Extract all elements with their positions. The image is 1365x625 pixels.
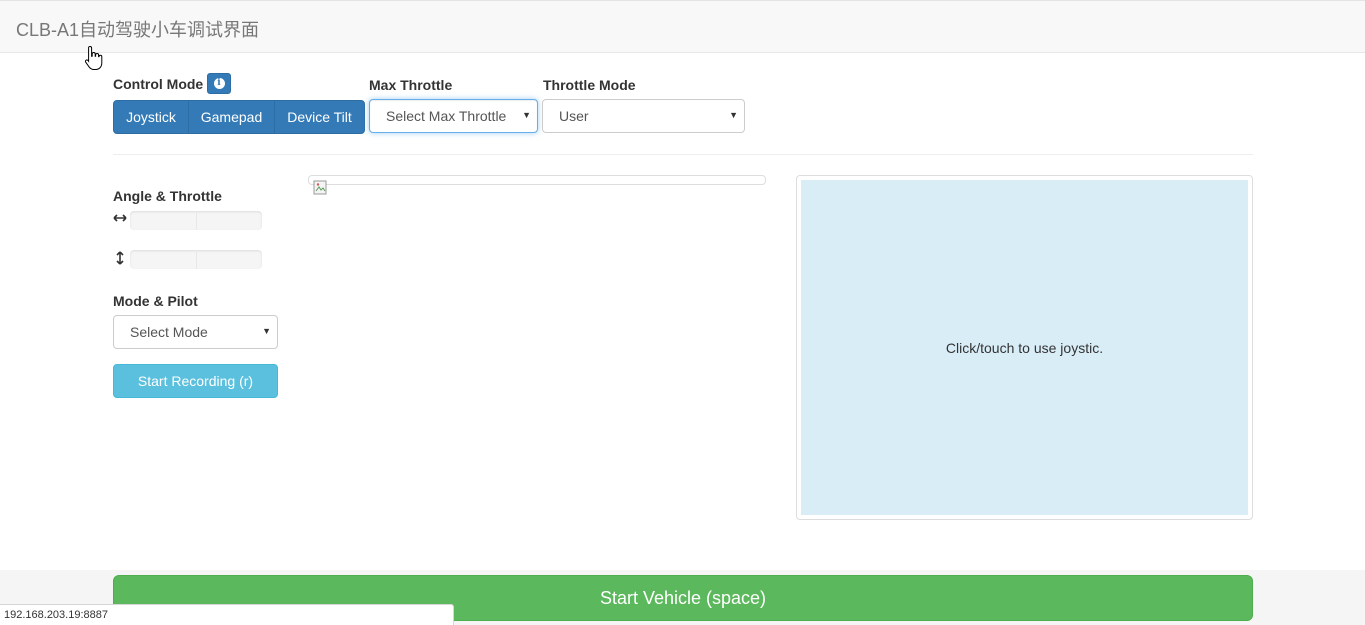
dropdown-caret-icon: ▼ xyxy=(729,110,738,120)
angle-progress-bar xyxy=(130,211,262,230)
broken-image-icon xyxy=(313,180,327,195)
navbar: CLB-A1自动驾驶小车调试界面 xyxy=(0,0,1365,53)
throttle-mode-value: User xyxy=(559,108,589,124)
control-mode-info-button[interactable]: i xyxy=(207,73,231,94)
dropdown-caret-icon: ▼ xyxy=(522,110,531,120)
max-throttle-select[interactable]: Select Max Throttle ▼ xyxy=(369,99,538,133)
max-throttle-value: Select Max Throttle xyxy=(386,108,507,124)
throttle-mode-select[interactable]: User ▼ xyxy=(542,99,745,133)
dropdown-caret-icon: ▼ xyxy=(262,326,271,336)
device-tilt-mode-button[interactable]: Device Tilt xyxy=(274,100,365,134)
divider xyxy=(113,154,1253,155)
throttle-mode-label: Throttle Mode xyxy=(543,77,636,93)
joystick-area[interactable]: Click/touch to use joystic. xyxy=(801,180,1248,515)
mode-pilot-value: Select Mode xyxy=(130,324,208,340)
joystick-panel: Click/touch to use joystic. xyxy=(796,175,1253,520)
camera-image-frame xyxy=(308,175,766,185)
angle-throttle-label: Angle & Throttle xyxy=(113,188,222,204)
info-circle-icon: i xyxy=(213,78,225,89)
vertical-arrows-icon xyxy=(116,251,124,265)
mode-pilot-select[interactable]: Select Mode ▼ xyxy=(113,315,278,349)
control-mode-label: Control Mode xyxy=(113,76,204,92)
hand-cursor-icon xyxy=(84,45,103,70)
status-url: 192.168.203.19:8887 xyxy=(4,609,108,621)
control-mode-button-group: Joystick Gamepad Device Tilt xyxy=(113,100,365,134)
mode-pilot-label: Mode & Pilot xyxy=(113,293,198,309)
joystick-mode-button[interactable]: Joystick xyxy=(113,100,189,134)
max-throttle-label: Max Throttle xyxy=(369,77,453,93)
horizontal-arrows-icon xyxy=(113,214,127,222)
gamepad-mode-button[interactable]: Gamepad xyxy=(188,100,275,134)
navbar-brand[interactable]: CLB-A1自动驾驶小车调试界面 xyxy=(16,16,259,42)
throttle-progress-bar xyxy=(130,250,262,269)
joystick-hint: Click/touch to use joystic. xyxy=(945,339,1104,356)
browser-status-bar: 192.168.203.19:8887 xyxy=(0,604,454,625)
start-recording-button[interactable]: Start Recording (r) xyxy=(113,364,278,398)
